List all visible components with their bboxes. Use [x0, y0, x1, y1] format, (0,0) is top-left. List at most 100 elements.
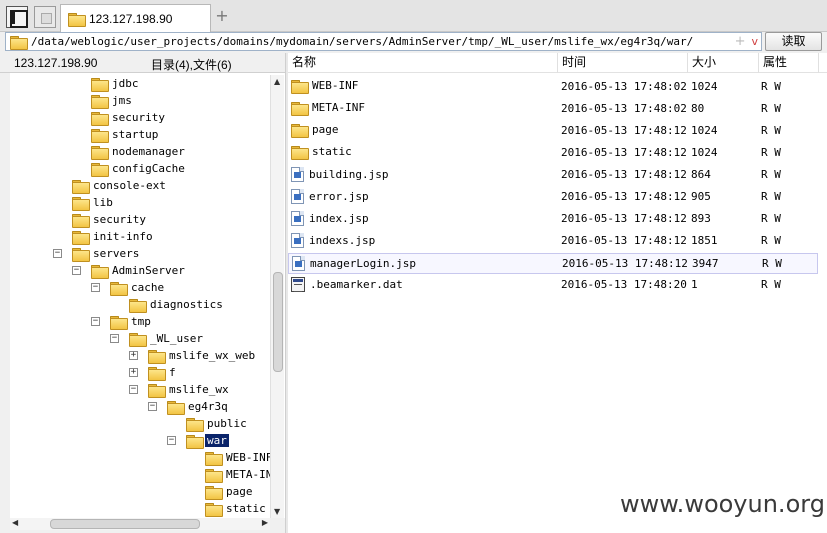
- file-time: 2016-05-13 17:48:12: [561, 168, 687, 181]
- tree-item[interactable]: security: [72, 211, 146, 228]
- expand-icon[interactable]: +: [129, 351, 138, 360]
- tab-active[interactable]: 123.127.198.90: [60, 4, 211, 32]
- tree-item[interactable]: jdbc: [91, 75, 139, 92]
- tree-item[interactable]: security: [91, 109, 165, 126]
- file-name: indexs.jsp: [309, 234, 376, 247]
- file-time: 2016-05-13 17:48:02: [561, 80, 687, 93]
- file-row[interactable]: managerLogin.jsp 2016-05-13 17:48:12 3947 R…: [288, 253, 818, 274]
- read-button[interactable]: 读取: [765, 32, 822, 51]
- tree-item[interactable]: console-ext: [72, 177, 166, 194]
- scroll-thumb[interactable]: [50, 519, 200, 529]
- tree-item-label: cache: [131, 281, 165, 294]
- tree-header: 123.127.198.90 目录(4),文件(6): [0, 53, 285, 73]
- tree-item[interactable]: − mslife_wx: [129, 381, 229, 398]
- address-bar: /data/weblogic/user_projects/domains/myd…: [0, 32, 827, 52]
- jsp-file-icon: [292, 256, 305, 271]
- file-time: 2016-05-13 17:48:12: [561, 190, 687, 203]
- file-time: 2016-05-13 17:48:12: [561, 212, 687, 225]
- tree-item[interactable]: − war: [167, 432, 229, 449]
- file-row[interactable]: index.jsp 2016-05-13 17:48:12 893 R W: [288, 209, 818, 230]
- tree-item[interactable]: page: [205, 483, 253, 500]
- scroll-right-icon[interactable]: ▶: [262, 518, 268, 527]
- column-time[interactable]: 时间: [558, 53, 688, 73]
- directory-tree: jdbc jms security startup nodemanager configC…: [10, 73, 285, 518]
- file-name: building.jsp: [309, 168, 389, 181]
- scroll-thumb[interactable]: [273, 272, 283, 372]
- blank-tab-button[interactable]: [34, 6, 56, 28]
- tree-item[interactable]: startup: [91, 126, 158, 143]
- folder-icon: [205, 451, 223, 466]
- tree-item[interactable]: + f: [129, 364, 176, 381]
- file-time: 2016-05-13 17:48:02: [561, 102, 687, 115]
- collapse-icon[interactable]: −: [110, 334, 119, 343]
- tree-item[interactable]: jms: [91, 92, 132, 109]
- tree-item-label: jdbc: [112, 77, 139, 90]
- scroll-up-icon[interactable]: ▲: [274, 77, 280, 86]
- column-size[interactable]: 大小: [688, 53, 759, 73]
- tree-item[interactable]: − AdminServer: [72, 262, 185, 279]
- tree-item[interactable]: init-info: [72, 228, 153, 245]
- tree-item[interactable]: − servers: [53, 245, 139, 262]
- tab-title: 123.127.198.90: [89, 11, 173, 26]
- folder-icon: [167, 400, 185, 415]
- file-attr: R W: [761, 146, 781, 159]
- tree-item[interactable]: − eg4r3q: [148, 398, 228, 415]
- file-size: 1024: [691, 80, 718, 93]
- tree-item-label: _WL_user: [150, 332, 203, 345]
- file-row[interactable]: error.jsp 2016-05-13 17:48:12 905 R W: [288, 187, 818, 208]
- file-list: 名称 时间 大小 属性 WEB-INF 2016-05-13 17:48:02 10…: [288, 53, 827, 533]
- file-row[interactable]: WEB-INF 2016-05-13 17:48:02 1024 R W: [288, 77, 818, 98]
- tree-item[interactable]: WEB-INF: [205, 449, 272, 466]
- collapse-icon[interactable]: −: [53, 249, 62, 258]
- file-list-header: 名称 时间 大小 属性: [288, 53, 827, 73]
- collapse-icon[interactable]: −: [91, 317, 100, 326]
- path-input[interactable]: /data/weblogic/user_projects/domains/myd…: [5, 32, 762, 51]
- scroll-down-icon[interactable]: ▼: [274, 507, 280, 516]
- file-row[interactable]: static 2016-05-13 17:48:12 1024 R W: [288, 143, 818, 164]
- tree-item[interactable]: nodemanager: [91, 143, 185, 160]
- expand-icon[interactable]: +: [129, 368, 138, 377]
- tree-item[interactable]: lib: [72, 194, 113, 211]
- tree-vertical-scrollbar[interactable]: ▲ ▼: [270, 75, 284, 518]
- file-name: managerLogin.jsp: [310, 257, 416, 270]
- folder-icon: [291, 145, 309, 160]
- file-row[interactable]: page 2016-05-13 17:48:12 1024 R W: [288, 121, 818, 142]
- tree-horizontal-scrollbar[interactable]: ◀ ▶: [10, 518, 270, 530]
- column-name[interactable]: 名称: [288, 53, 558, 73]
- tree-item[interactable]: META-INF: [205, 466, 279, 483]
- folder-icon: [186, 417, 204, 432]
- toggle-panel-button[interactable]: [6, 6, 28, 28]
- file-size: 3947: [692, 257, 719, 270]
- tree-item[interactable]: configCache: [91, 160, 185, 177]
- folder-icon: [91, 111, 109, 126]
- tree-item[interactable]: public: [186, 415, 247, 432]
- scroll-left-icon[interactable]: ◀: [12, 518, 18, 527]
- collapse-icon[interactable]: −: [91, 283, 100, 292]
- collapse-icon[interactable]: −: [72, 266, 81, 275]
- add-bookmark-icon[interactable]: +: [735, 34, 746, 49]
- tree-item[interactable]: static: [205, 500, 266, 517]
- add-tab-button[interactable]: +: [214, 6, 230, 26]
- tree-item[interactable]: + mslife_wx_web: [129, 347, 255, 364]
- path-text: /data/weblogic/user_projects/domains/myd…: [31, 35, 694, 48]
- watermark: www.wooyun.org: [620, 490, 825, 518]
- chevron-down-icon[interactable]: v: [751, 35, 758, 48]
- file-attr: R W: [761, 190, 781, 203]
- folder-icon: [91, 145, 109, 160]
- file-attr: R W: [761, 102, 781, 115]
- file-row[interactable]: indexs.jsp 2016-05-13 17:48:12 1851 R W: [288, 231, 818, 252]
- file-row[interactable]: META-INF 2016-05-13 17:48:02 80 R W: [288, 99, 818, 120]
- file-time: 2016-05-13 17:48:12: [561, 146, 687, 159]
- tree-item[interactable]: diagnostics: [129, 296, 223, 313]
- tab-bar: 123.127.198.90 +: [0, 0, 827, 32]
- collapse-icon[interactable]: −: [167, 436, 176, 445]
- file-row[interactable]: .beamarker.dat 2016-05-13 17:48:20 1 R W: [288, 275, 818, 296]
- tree-item[interactable]: − tmp: [91, 313, 151, 330]
- file-row[interactable]: building.jsp 2016-05-13 17:48:12 864 R W: [288, 165, 818, 186]
- tree-item[interactable]: − cache: [91, 279, 165, 296]
- collapse-icon[interactable]: −: [129, 385, 138, 394]
- tree-item[interactable]: − _WL_user: [110, 330, 203, 347]
- jsp-file-icon: [291, 189, 304, 204]
- collapse-icon[interactable]: −: [148, 402, 157, 411]
- column-attr[interactable]: 属性: [759, 53, 819, 73]
